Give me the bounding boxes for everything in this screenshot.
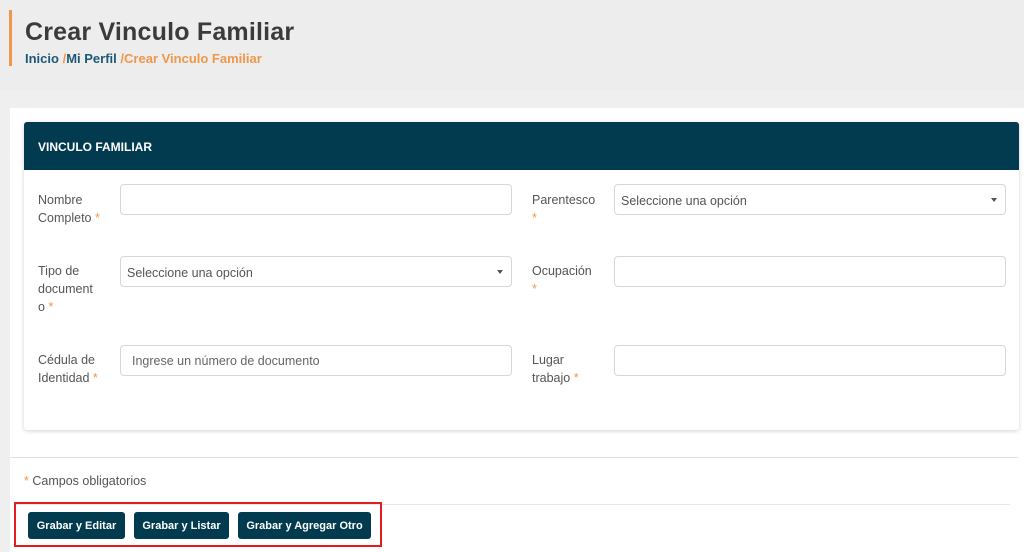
nombre-label: Nombre Completo * xyxy=(38,193,100,225)
required-mark: * xyxy=(573,371,579,385)
tipo-documento-label: Tipo de document o * xyxy=(38,264,93,314)
card-header: VINCULO FAMILIAR xyxy=(24,122,1019,170)
divider xyxy=(10,457,1018,458)
card-title: VINCULO FAMILIAR xyxy=(38,140,152,154)
save-list-button[interactable]: Grabar y Listar xyxy=(134,512,229,539)
parentesco-select[interactable]: Seleccione una opción xyxy=(614,184,1006,215)
breadcrumb-current: Crear Vinculo Familiar xyxy=(124,51,262,66)
required-mark: * xyxy=(24,474,29,488)
tipo-documento-select[interactable]: Seleccione una opción xyxy=(120,256,512,287)
chevron-down-icon xyxy=(991,198,997,202)
page-title: Crear Vinculo Familiar xyxy=(25,18,295,46)
vinculo-card: VINCULO FAMILIAR Nombre Completo * Paren… xyxy=(24,122,1019,430)
ocupacion-input[interactable] xyxy=(614,256,1006,287)
required-mark: * xyxy=(92,371,98,385)
ocupacion-label: Ocupación * xyxy=(532,264,592,296)
tipo-documento-selected: Seleccione una opción xyxy=(127,266,253,280)
breadcrumb: Inicio /Mi Perfil /Crear Vinculo Familia… xyxy=(25,51,262,66)
save-edit-button[interactable]: Grabar y Editar xyxy=(28,512,125,539)
required-mark: * xyxy=(532,211,537,225)
lugar-trabajo-label: Lugar trabajo * xyxy=(532,353,579,385)
cedula-input[interactable] xyxy=(120,345,512,376)
required-fields-note: * Campos obligatorios xyxy=(24,474,147,488)
breadcrumb-profile[interactable]: Mi Perfil xyxy=(66,51,117,66)
required-mark: * xyxy=(94,211,100,225)
required-mark: * xyxy=(532,282,537,296)
parentesco-label: Parentesco * xyxy=(532,193,596,225)
cedula-label: Cédula de Identidad * xyxy=(38,353,98,385)
required-mark: * xyxy=(48,300,54,314)
breadcrumb-home[interactable]: Inicio xyxy=(25,51,59,66)
header-accent-bar xyxy=(9,10,12,66)
chevron-down-icon xyxy=(497,270,503,274)
nombre-completo-input[interactable] xyxy=(120,184,512,215)
save-add-another-button[interactable]: Grabar y Agregar Otro xyxy=(238,512,371,539)
lugar-trabajo-input[interactable] xyxy=(614,345,1006,376)
parentesco-selected: Seleccione una opción xyxy=(621,194,747,208)
page-header: Crear Vinculo Familiar Inicio /Mi Perfil… xyxy=(0,0,1024,90)
